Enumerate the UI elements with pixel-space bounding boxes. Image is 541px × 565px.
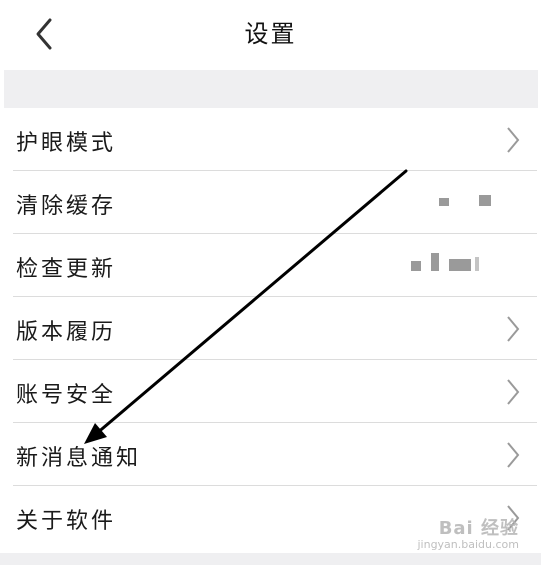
cache-size-value — [415, 190, 515, 214]
chevron-right-icon — [503, 439, 523, 471]
settings-item-label: 检查更新 — [16, 257, 117, 282]
section-spacer — [4, 70, 538, 109]
watermark: Bai 经验 jingyan.baidu.com — [417, 514, 519, 551]
chevron-right-icon — [503, 313, 523, 345]
header-bar: 设置 — [0, 0, 541, 70]
chevron-right-icon — [503, 124, 523, 156]
page-title: 设置 — [244, 20, 297, 48]
settings-item-check-update[interactable]: 检查更新 — [0, 234, 541, 297]
chevron-right-icon — [503, 376, 523, 408]
version-value — [411, 253, 515, 277]
settings-item-label: 关于软件 — [16, 509, 117, 534]
bottom-spacer — [0, 553, 541, 565]
settings-item-account-security[interactable]: 账号安全 — [0, 360, 541, 423]
watermark-main: Bai 经验 — [438, 518, 519, 539]
settings-item-notifications[interactable]: 新消息通知 — [0, 423, 541, 486]
settings-item-eye-protection[interactable]: 护眼模式 — [0, 108, 541, 171]
watermark-sub: jingyan.baidu.com — [417, 538, 519, 551]
settings-item-label: 账号安全 — [16, 383, 117, 408]
settings-item-label: 新消息通知 — [16, 446, 142, 471]
settings-item-label: 清除缓存 — [16, 194, 117, 219]
settings-item-version-history[interactable]: 版本履历 — [0, 297, 541, 360]
settings-list: 护眼模式 清除缓存 检查更新 版本履历 账号安全 新消息通知 关于软件 — [0, 108, 541, 549]
settings-item-label: 版本履历 — [16, 320, 117, 345]
settings-item-clear-cache[interactable]: 清除缓存 — [0, 171, 541, 234]
settings-item-label: 护眼模式 — [16, 131, 117, 156]
